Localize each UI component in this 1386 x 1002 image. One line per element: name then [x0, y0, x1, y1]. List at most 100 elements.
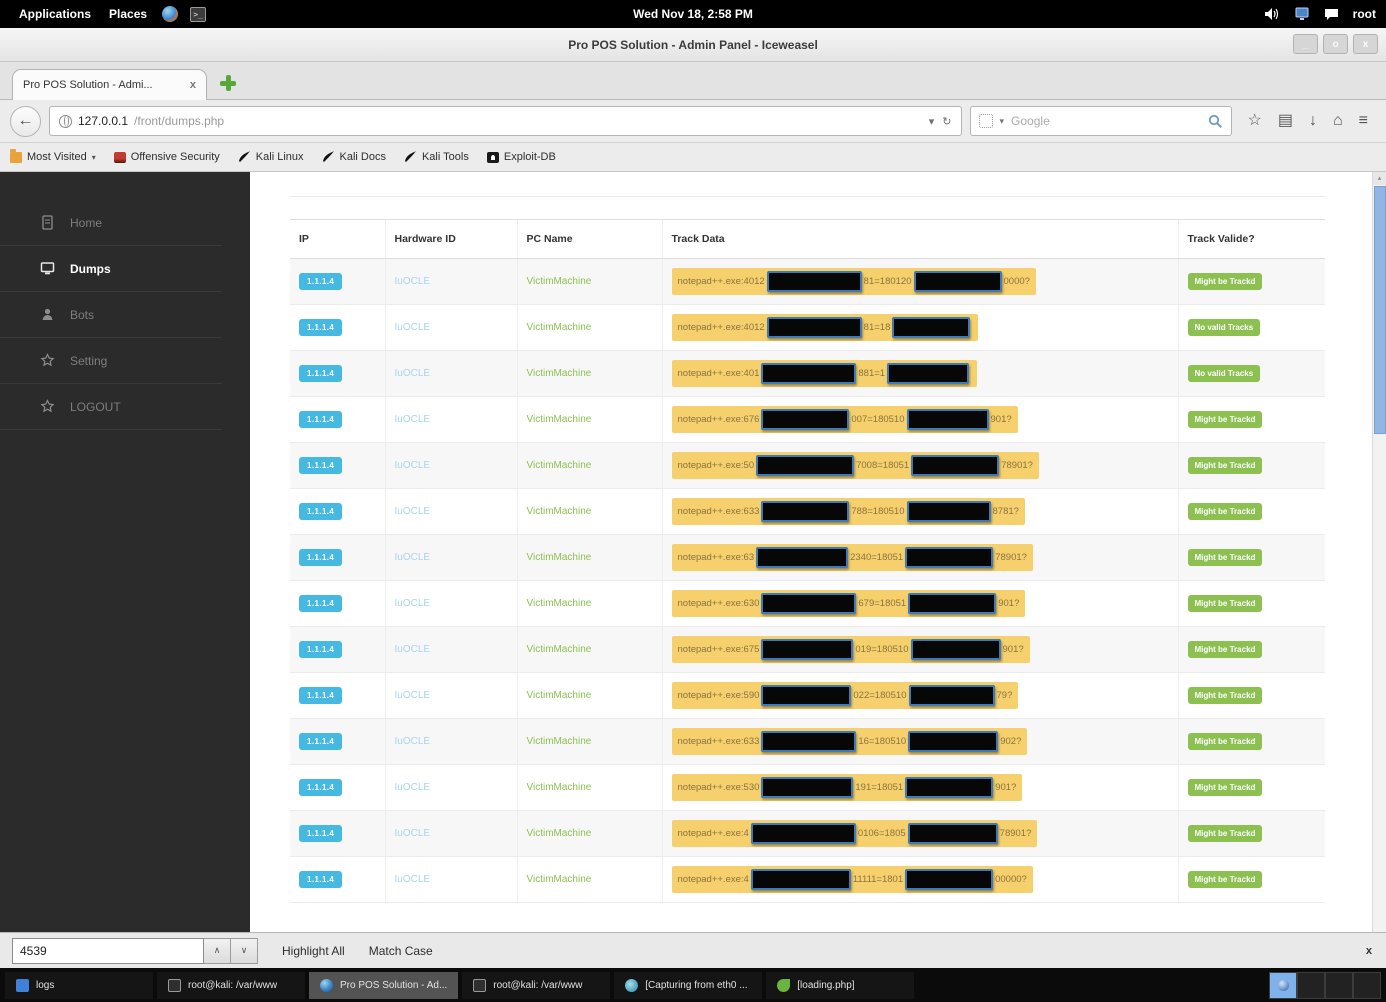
hardware-id-link[interactable]: IuOCLE [395, 322, 431, 333]
network-icon[interactable] [1294, 7, 1310, 21]
hardware-id-link[interactable]: IuOCLE [395, 690, 431, 701]
sidebar-item-home[interactable]: Home [0, 200, 222, 246]
sidebar-item-logout[interactable]: LOGOUT [0, 384, 222, 430]
taskbar-item-pro-pos-solution-ad[interactable]: Pro POS Solution - Ad... [309, 971, 459, 999]
workspace-3[interactable] [1325, 971, 1353, 999]
taskbar-item-logs[interactable]: logs [5, 971, 153, 999]
bookmark-kali-tools[interactable]: Kali Tools [404, 151, 469, 163]
browser-scrollbar[interactable]: ▴ [1372, 172, 1386, 932]
hardware-id-cell: IuOCLE [384, 764, 517, 811]
column-header-pc-name: PC Name [516, 219, 662, 259]
user-chat-icon[interactable] [1324, 8, 1339, 21]
hardware-id-link[interactable]: IuOCLE [395, 736, 431, 747]
downloads-icon[interactable]: ↓ [1309, 113, 1317, 129]
terminal-icon [168, 978, 181, 992]
minimize-button[interactable]: _ [1293, 34, 1318, 54]
url-bar[interactable]: 127.0.0.1/front/dumps.php ▾ ↻ [49, 106, 962, 136]
find-bar: ∧ ∨ Highlight All Match Case x [0, 932, 1386, 968]
pc-name-cell: VictimMachine [516, 534, 662, 581]
sidebar-item-setting[interactable]: Setting [0, 338, 222, 384]
panel-clock[interactable]: Wed Nov 18, 2:58 PM [633, 7, 753, 21]
pc-name: VictimMachine [526, 552, 592, 563]
workspace-4[interactable] [1353, 971, 1381, 999]
bookmark-most-visited[interactable]: Most Visited ▾ [10, 148, 96, 163]
bookmark-offensive-security[interactable]: Offensive Security [113, 151, 220, 163]
hardware-id-link[interactable]: IuOCLE [395, 782, 431, 793]
taskbar-item-root-kali-var-www[interactable]: root@kali: /var/www [157, 971, 305, 999]
find-close-icon[interactable]: x [1366, 945, 1372, 957]
track-text: 8781? [992, 506, 1019, 517]
bookmarks-bar: Most Visited ▾ Offensive Security Kali Linu… [0, 143, 1386, 172]
search-input[interactable]: ▾ Google [969, 106, 1232, 136]
hardware-id-link[interactable]: IuOCLE [395, 460, 431, 471]
close-button[interactable]: x [1353, 34, 1378, 54]
highlight-all-button[interactable]: Highlight All [282, 944, 345, 958]
tab-close-icon[interactable]: x [190, 79, 196, 91]
bookmark-star-icon[interactable]: ☆ [1248, 113, 1262, 129]
track-data-highlight: notepad++.exe:590 022=180510 79? [671, 682, 1019, 709]
iceweasel-launcher-icon[interactable] [161, 5, 179, 23]
panel-username[interactable]: root [1353, 7, 1376, 21]
sidebar-item-dumps[interactable]: Dumps [0, 246, 222, 292]
places-menu[interactable]: Places [100, 7, 156, 21]
hardware-id-link[interactable]: IuOCLE [395, 874, 431, 885]
ip-badge: 1.1.1.4 [299, 733, 343, 750]
hardware-id-link[interactable]: IuOCLE [395, 414, 431, 425]
navigation-bar: ← 127.0.0.1/front/dumps.php ▾ ↻ ▾ Google… [0, 100, 1386, 143]
hardware-id-link[interactable]: IuOCLE [395, 368, 431, 379]
home-icon[interactable]: ⌂ [1333, 113, 1343, 129]
hardware-id-cell: IuOCLE [384, 856, 517, 903]
track-data-cell: notepad++.exe:633 16=180510 902? [661, 718, 1178, 765]
workspace-1[interactable] [1269, 971, 1297, 999]
track-text: 78901? [999, 828, 1032, 839]
hardware-id-link[interactable]: IuOCLE [395, 598, 431, 609]
maximize-button[interactable]: o [1323, 34, 1348, 54]
match-case-button[interactable]: Match Case [369, 944, 433, 958]
hardware-id-cell: IuOCLE [384, 258, 517, 305]
bookmark-exploit-db[interactable]: Exploit-DB [486, 151, 556, 163]
url-dropdown-icon[interactable]: ▾ [929, 115, 935, 128]
track-data-highlight: notepad++.exe:63 2340=18051 78901? [671, 544, 1033, 571]
terminal-launcher-icon[interactable]: >_ [189, 5, 207, 23]
scrollbar-up-arrow[interactable]: ▴ [1373, 172, 1386, 185]
bots-icon [40, 307, 55, 322]
reload-icon[interactable]: ↻ [942, 115, 951, 128]
find-input[interactable] [12, 937, 204, 964]
find-next-button[interactable]: ∨ [231, 937, 258, 964]
menu-icon[interactable]: ≡ [1359, 113, 1368, 129]
hardware-id-link[interactable]: IuOCLE [395, 644, 431, 655]
kali-dragon-icon [404, 151, 417, 163]
bookmarks-panel-icon[interactable]: ▤ [1278, 113, 1293, 129]
tab-pro-pos-solution[interactable]: Pro POS Solution - Admi... x [12, 69, 207, 100]
track-data-cell: notepad++.exe:63 2340=18051 78901? [661, 534, 1178, 581]
setting-icon [40, 353, 55, 368]
bookmark-kali-docs[interactable]: Kali Docs [322, 151, 386, 163]
sidebar-item-bots[interactable]: Bots [0, 292, 222, 338]
track-data-cell: notepad++.exe:50 7008=18051 78901? [661, 442, 1178, 489]
pc-name-cell: VictimMachine [516, 810, 662, 857]
back-button[interactable]: ← [10, 105, 41, 137]
search-engine-icon [978, 114, 993, 128]
track-text: 11111=1801 [852, 874, 904, 885]
ip-cell: 1.1.1.4 [290, 718, 385, 765]
bookmark-kali-linux[interactable]: Kali Linux [238, 151, 304, 163]
search-icon[interactable] [1208, 114, 1223, 129]
volume-icon[interactable] [1264, 7, 1280, 21]
applications-menu[interactable]: Applications [10, 7, 100, 21]
scrollbar-thumb[interactable] [1374, 186, 1386, 434]
hardware-id-link[interactable]: IuOCLE [395, 828, 431, 839]
taskbar-item-loading-php[interactable]: [loading.php] [766, 971, 915, 999]
ip-badge: 1.1.1.4 [299, 779, 343, 796]
find-previous-button[interactable]: ∧ [204, 937, 231, 964]
new-tab-button[interactable] [215, 70, 241, 96]
taskbar-item-root-kali-var-www[interactable]: root@kali: /var/www [462, 971, 611, 999]
search-engine-caret-icon[interactable]: ▾ [1000, 116, 1005, 127]
table-row: 1.1.1.4 IuOCLE VictimMachine notepad++.exe:… [290, 304, 1325, 351]
hardware-id-link[interactable]: IuOCLE [395, 552, 431, 563]
taskbar-item-capturing-from-eth0[interactable]: [Capturing from eth0 ... [614, 971, 763, 999]
hardware-id-link[interactable]: IuOCLE [395, 506, 431, 517]
table-header-row: IP Hardware ID PC Name Track Data Track Vali… [290, 219, 1325, 259]
workspace-2[interactable] [1297, 971, 1325, 999]
track-text: notepad++.exe:590 [677, 690, 760, 701]
hardware-id-link[interactable]: IuOCLE [395, 276, 431, 287]
